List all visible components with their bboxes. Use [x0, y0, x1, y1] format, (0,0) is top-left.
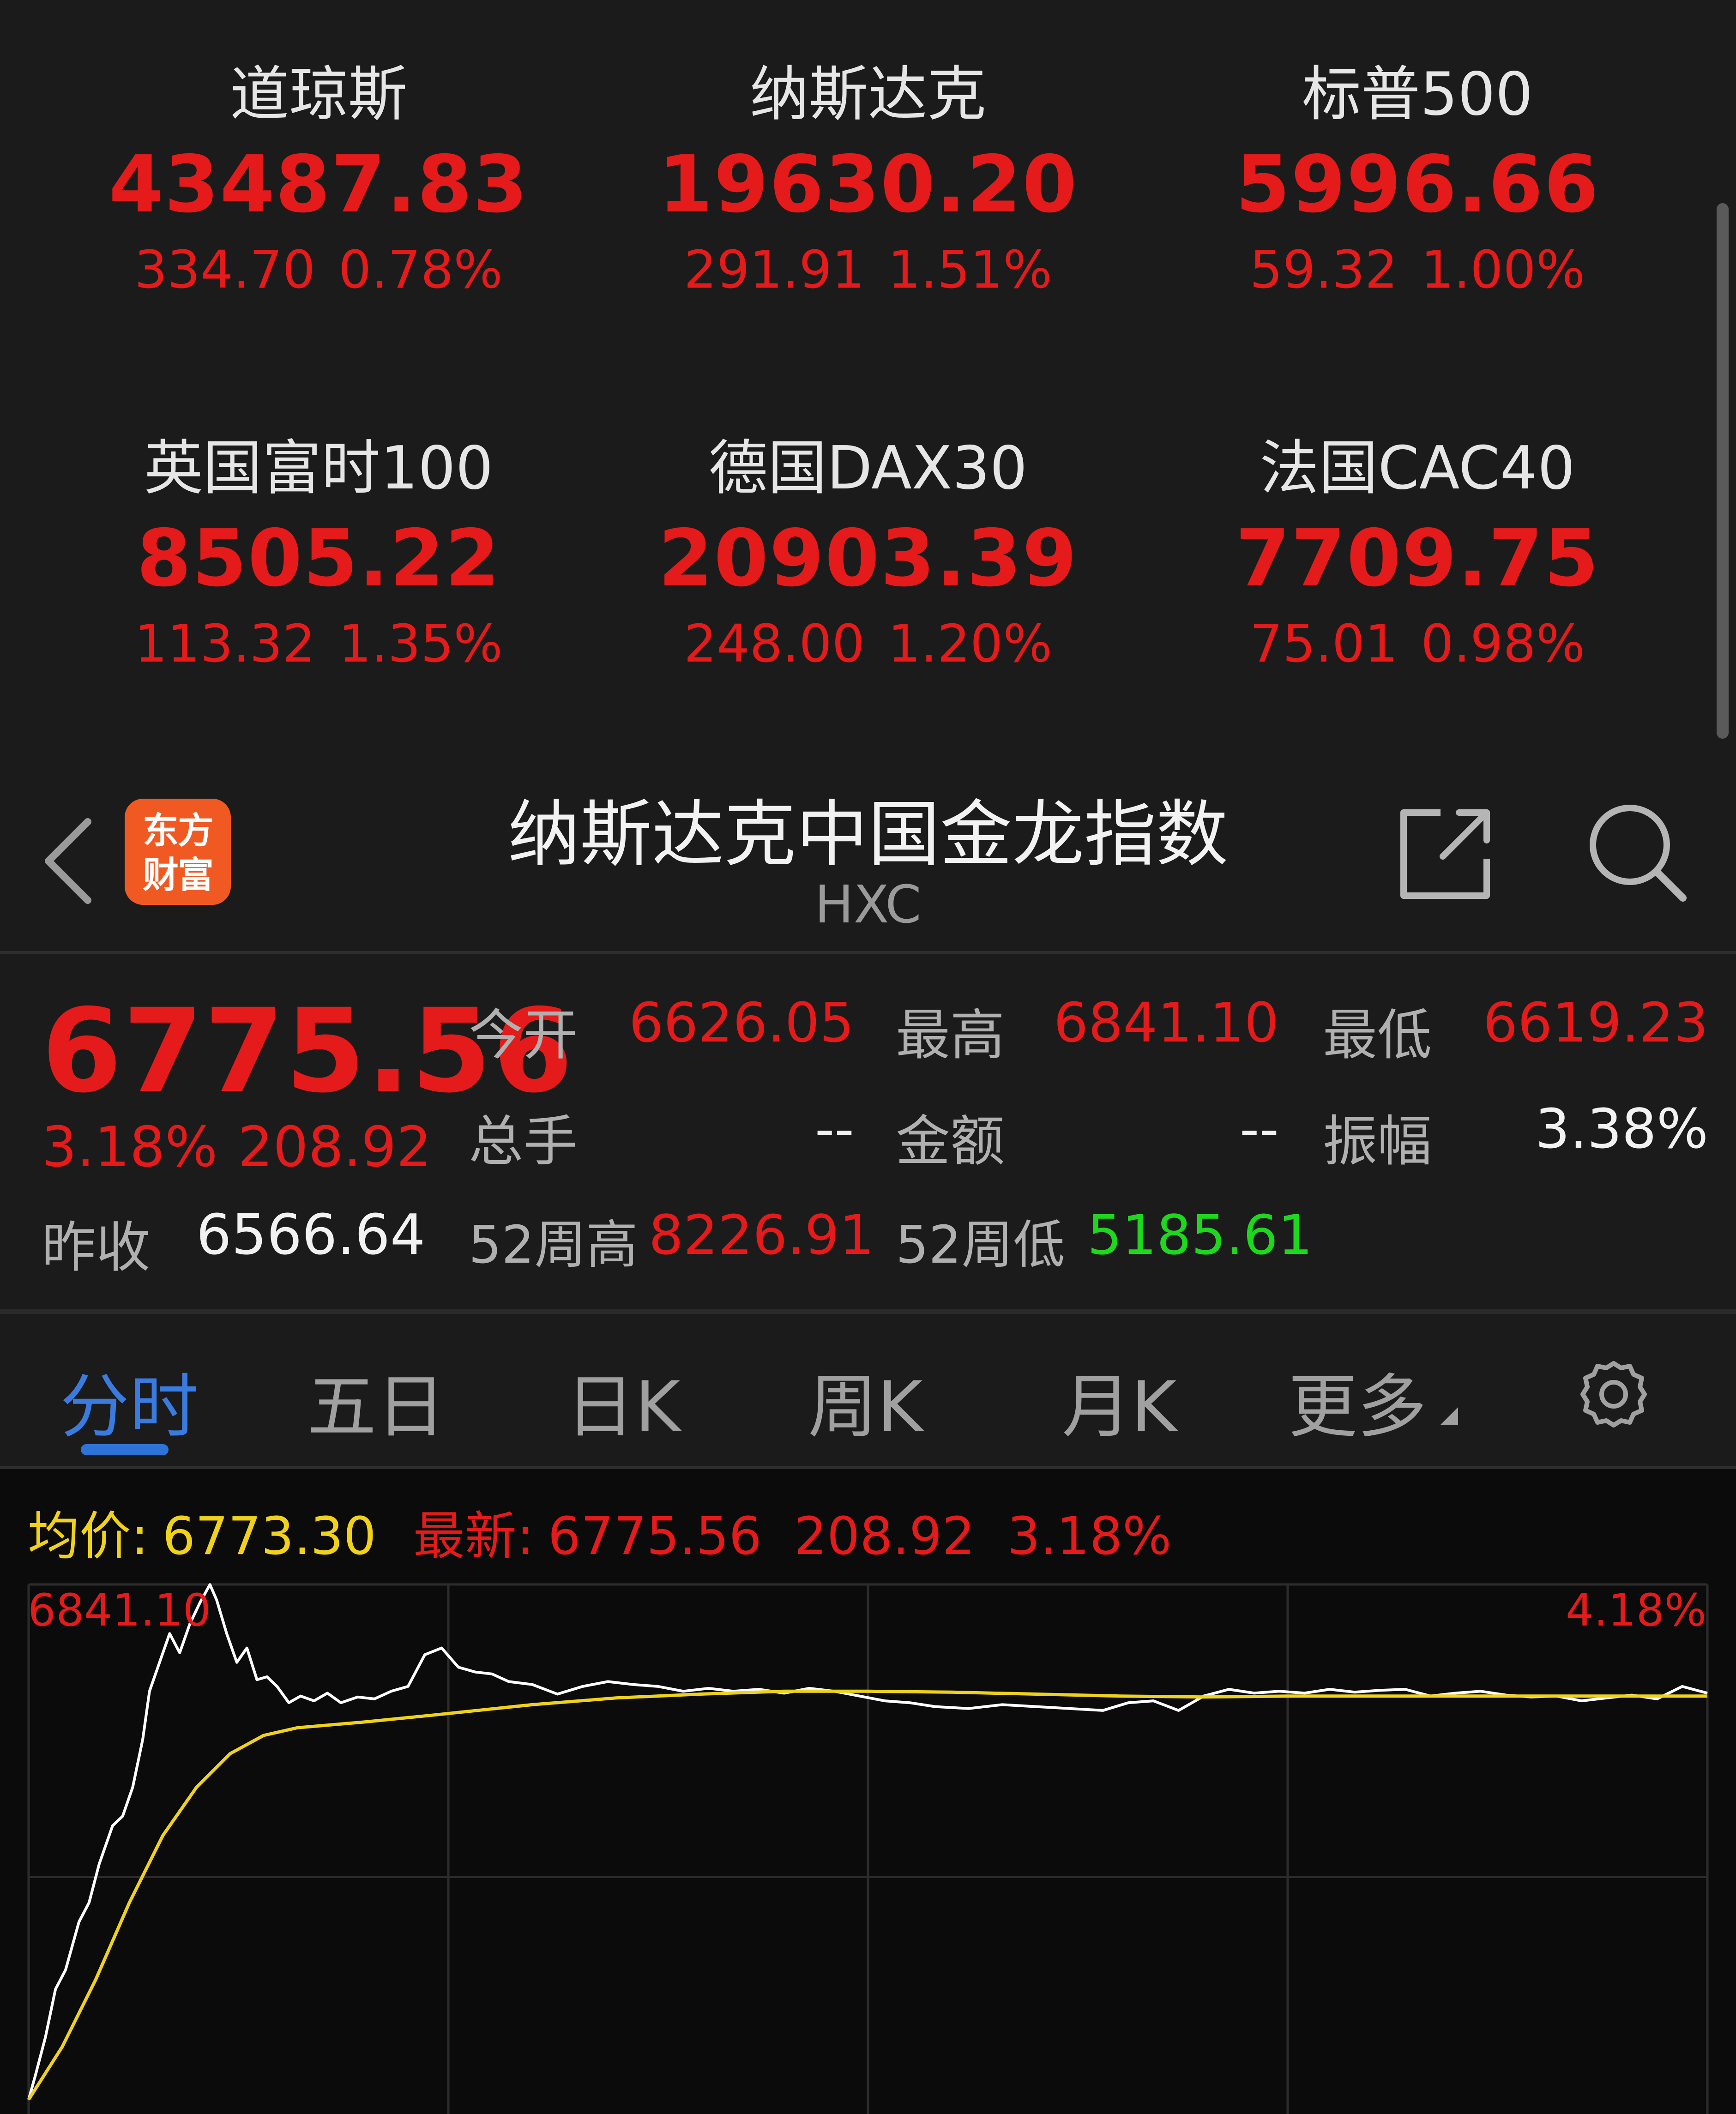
chart-axis-high-label: 6841.10 [28, 1584, 211, 1636]
active-tab-indicator [81, 1444, 169, 1455]
share-button[interactable] [1390, 799, 1501, 909]
index-card-dow[interactable]: 道琼斯 43487.83 334.70 0.78% [46, 55, 591, 305]
index-name: 英国富时100 [144, 434, 494, 503]
quote-panel: 6775.56 3.18% 208.92 昨收 6566.64 今开 6626.… [0, 954, 1736, 1314]
chart-plot [27, 1583, 1709, 2114]
index-value: 43487.83 [108, 139, 529, 230]
index-change-pct: 0.78% [338, 240, 503, 300]
gear-icon [1580, 1361, 1647, 1427]
symbol-code: HXC [814, 875, 922, 935]
chart-settings-button[interactable] [1574, 1355, 1653, 1433]
tab-weekly-k[interactable]: 周K [808, 1351, 922, 1451]
amount-label: 金额 [896, 1109, 1005, 1173]
index-change-abs: 113.32 [134, 614, 316, 674]
volume-label: 总手 [469, 1109, 578, 1173]
logo-line: 财富 [142, 855, 214, 896]
index-card-cac40[interactable]: 法国CAC40 7709.75 75.01 0.98% [1145, 429, 1690, 679]
period-tab-bar: 分时 五日 日K 周K 月K 更多 [0, 1314, 1736, 1469]
prev-close-value: 6566.64 [196, 1203, 426, 1267]
index-change-abs: 334.70 [134, 240, 316, 300]
index-card-dax30[interactable]: 德国DAX30 20903.39 248.00 1.20% [596, 429, 1140, 679]
index-change: 75.01 0.98% [1145, 609, 1690, 679]
prev-close-label: 昨收 [42, 1216, 151, 1279]
index-change-pct: 1.00% [1421, 240, 1585, 300]
search-button[interactable] [1584, 799, 1694, 909]
wk52-low-label: 52周低 [896, 1215, 1065, 1275]
tab-more[interactable]: 更多 [1288, 1351, 1427, 1451]
low-value: 6619.23 [1483, 991, 1708, 1054]
index-change: 113.32 1.35% [46, 609, 591, 679]
tab-monthly-k[interactable]: 月K [1062, 1351, 1176, 1451]
page-header: 东方 财富 纳斯达克中国金龙指数 HXC [0, 748, 1736, 954]
index-name: 道琼斯 [229, 60, 407, 129]
pct-change: 3.18% [42, 1115, 218, 1180]
high-label: 最高 [896, 1003, 1005, 1067]
open-value: 6626.05 [629, 991, 854, 1054]
tab-intraday[interactable]: 分时 [60, 1351, 199, 1451]
index-change-pct: 1.35% [338, 614, 503, 674]
index-change-abs: 75.01 [1249, 614, 1398, 674]
index-name: 纳斯达克 [749, 60, 986, 129]
app-logo: 东方 财富 [125, 799, 231, 905]
index-change-abs: 291.91 [684, 240, 865, 300]
intraday-chart[interactable]: 均价: 6773.30 最新: 6775.56 208.92 3.18% 6841.10 … [0, 1469, 1736, 2114]
index-change: 334.70 0.78% [46, 235, 591, 305]
index-change-abs: 59.32 [1249, 240, 1398, 300]
amount-value: -- [1239, 1097, 1279, 1161]
index-change: 248.00 1.20% [596, 609, 1140, 679]
index-change: 291.91 1.51% [596, 235, 1140, 305]
index-name: 德国DAX30 [708, 434, 1028, 503]
index-change-abs: 248.00 [684, 614, 865, 674]
chart-axis-high-pct: 4.18% [1566, 1584, 1706, 1636]
chevron-left-icon [45, 818, 91, 904]
tab-five-day[interactable]: 五日 [307, 1351, 446, 1451]
index-change: 59.32 1.00% [1145, 235, 1690, 305]
amplitude-label: 振幅 [1323, 1109, 1432, 1173]
scrollbar[interactable] [1717, 203, 1729, 739]
app-root: 道琼斯 43487.83 334.70 0.78% 纳斯达克 19630.20 2… [0, 0, 1736, 2114]
volume-value: -- [814, 1097, 854, 1161]
wk52-high-label: 52周高 [469, 1215, 638, 1275]
index-card-sp500[interactable]: 标普500 5996.66 59.32 1.00% [1145, 55, 1690, 305]
tab-daily-k[interactable]: 日K [566, 1351, 680, 1451]
page-title: 纳斯达克中国金龙指数 [508, 792, 1228, 876]
index-value: 8505.22 [136, 513, 501, 604]
index-change-pct: 0.98% [1421, 614, 1585, 674]
index-change-pct: 1.20% [888, 614, 1052, 674]
wk52-low-value: 5185.61 [1087, 1203, 1313, 1267]
wk52-high-value: 8226.91 [649, 1203, 874, 1267]
index-name: 标普500 [1302, 60, 1533, 129]
logo-line: 东方 [142, 810, 214, 852]
high-value: 6841.10 [1054, 991, 1279, 1054]
search-icon [1590, 805, 1687, 902]
index-card-ftse100[interactable]: 英国富时100 8505.22 113.32 1.35% [46, 429, 591, 679]
caret-down-icon [1441, 1407, 1458, 1425]
index-value: 20903.39 [658, 513, 1078, 604]
index-value: 7709.75 [1235, 513, 1600, 604]
index-card-nasdaq[interactable]: 纳斯达克 19630.20 291.91 1.51% [596, 55, 1140, 305]
low-label: 最低 [1323, 1003, 1432, 1067]
open-label: 今开 [469, 1003, 578, 1067]
index-name: 法国CAC40 [1260, 434, 1575, 503]
index-value: 19630.20 [658, 139, 1078, 230]
index-value: 5996.66 [1235, 139, 1600, 230]
abs-change: 208.92 [238, 1115, 432, 1180]
amplitude-value: 3.38% [1535, 1097, 1708, 1161]
back-button[interactable] [37, 808, 106, 914]
share-icon [1400, 809, 1490, 899]
market-index-grid: 道琼斯 43487.83 334.70 0.78% 纳斯达克 19630.20 2… [0, 0, 1736, 748]
index-change-pct: 1.51% [888, 240, 1052, 300]
